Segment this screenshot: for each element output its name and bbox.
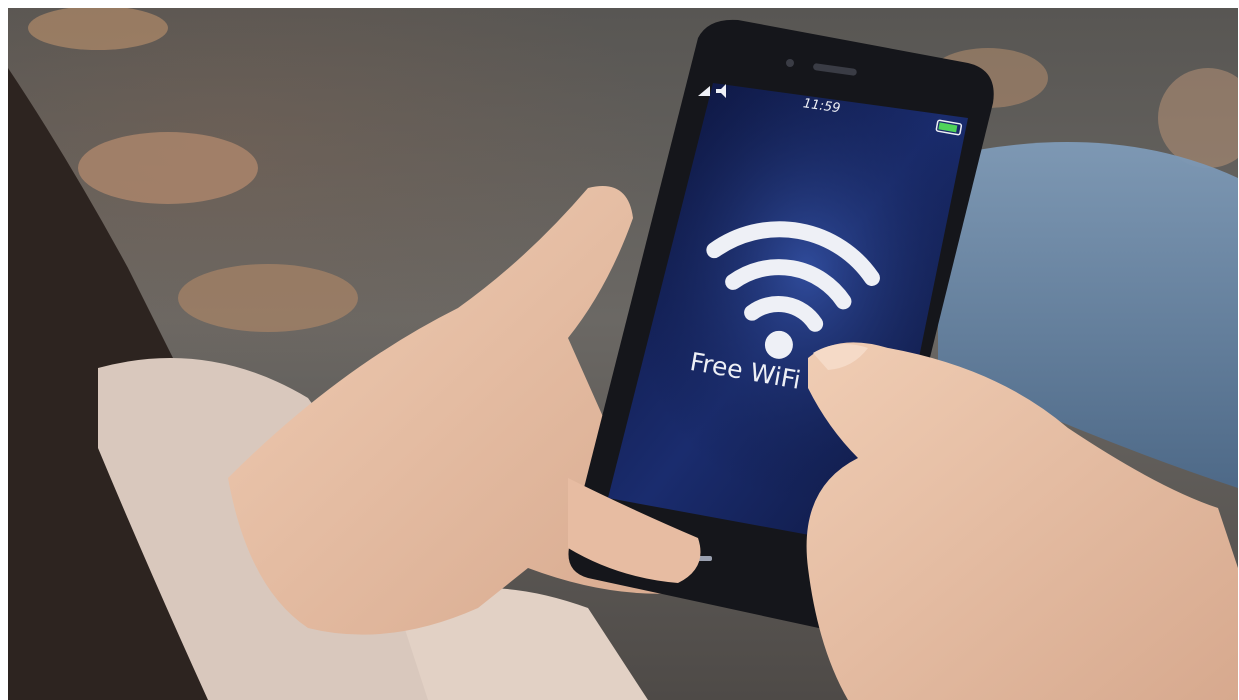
photo: 11:59 Free WiFi <box>8 8 1238 700</box>
scene: 11:59 Free WiFi <box>8 8 1238 700</box>
front-camera <box>786 59 794 67</box>
